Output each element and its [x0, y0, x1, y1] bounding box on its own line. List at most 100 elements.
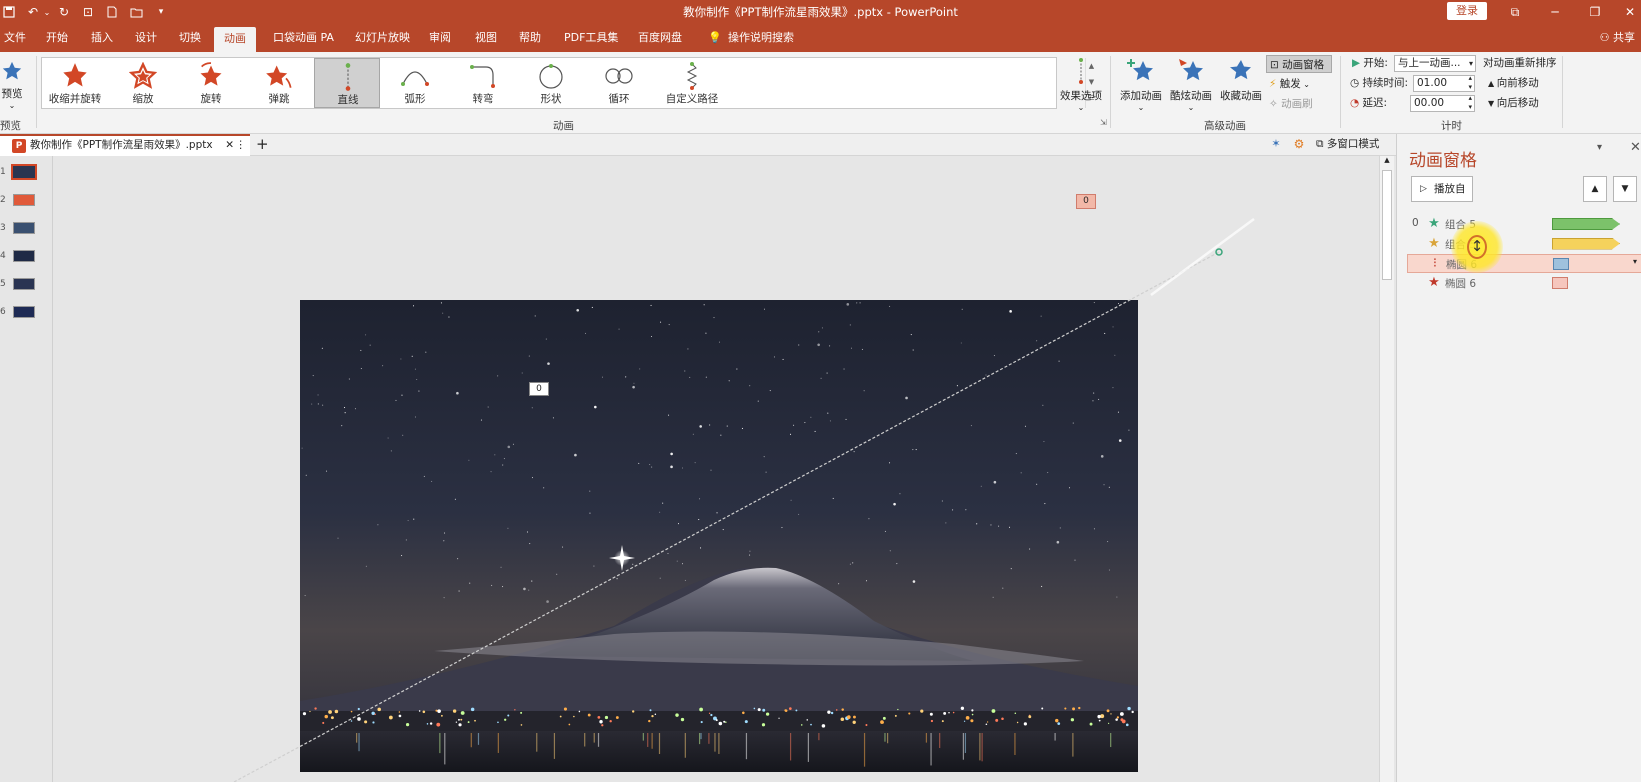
share-button[interactable]: ⚇ 共享	[1600, 24, 1635, 52]
animation-pane-icon: ⊡	[1270, 59, 1283, 71]
tab-pocket-animation[interactable]: 口袋动画 PA	[269, 24, 338, 52]
canvas-scrollbar[interactable]: ▲	[1379, 156, 1394, 782]
anim-zoom[interactable]: 缩放	[110, 58, 176, 108]
tab-transitions[interactable]: 切换	[175, 24, 205, 52]
animation-list-item[interactable]: ⁝椭圆 6▾	[1407, 254, 1641, 273]
light-reflection	[651, 733, 653, 749]
loop-path-icon	[586, 61, 652, 91]
scroll-thumb[interactable]	[1382, 170, 1392, 280]
cool-animation-button[interactable]: 酷炫动画 ⌄	[1166, 54, 1216, 114]
timeline-bar[interactable]	[1553, 258, 1569, 270]
move-later-button[interactable]: ▼ 向后移动	[1488, 94, 1539, 112]
add-animation-button[interactable]: 添加动画 ⌄	[1117, 54, 1165, 114]
start-select[interactable]: 与上一动画... ▾	[1394, 55, 1476, 72]
anim-bounce[interactable]: 弹跳	[246, 58, 312, 108]
effect-options-button[interactable]: 效果选项 ⌄	[1057, 54, 1105, 114]
anim-loop[interactable]: 循环	[586, 58, 652, 108]
delay-input[interactable]: 00.00 ▴ ▾	[1410, 94, 1475, 112]
anim-spin[interactable]: 旋转	[178, 58, 244, 108]
multi-window-button[interactable]: ⧉ 多窗口模式	[1316, 134, 1379, 155]
item-dropdown-icon[interactable]: ▾	[1633, 257, 1637, 266]
star-dot	[531, 477, 534, 479]
tab-home[interactable]: 开始	[42, 24, 72, 52]
tab-pdf-tools[interactable]: PDF工具集	[560, 24, 622, 52]
slide-thumbnail[interactable]	[13, 222, 35, 234]
star-dot	[757, 400, 759, 402]
pane-options-icon[interactable]: ▾	[1597, 142, 1602, 153]
light-reflection	[356, 733, 358, 743]
move-up-button[interactable]: ▲	[1583, 176, 1607, 202]
timeline-bar[interactable]	[1552, 276, 1568, 289]
move-earlier-button[interactable]: ▲ 向前移动	[1488, 74, 1539, 92]
star-dot	[561, 546, 564, 548]
star-dot	[469, 582, 471, 584]
close-window-icon[interactable]: ✕	[1610, 2, 1641, 22]
play-from-button[interactable]: ▷ 播放自	[1411, 176, 1473, 202]
document-tab[interactable]: P 教你制作《PPT制作流星雨效果》.pptx ✕ ⋮	[0, 134, 250, 156]
restore-icon[interactable]: ❐	[1575, 2, 1615, 22]
animation-list-item[interactable]: ★ 椭圆 6	[1407, 274, 1641, 293]
new-tab-icon[interactable]: +	[256, 134, 269, 154]
anim-custom-path[interactable]: 自定义路径	[654, 58, 730, 108]
minimize-icon[interactable]: ─	[1535, 2, 1575, 22]
animation-list-item[interactable]: ★组合 5	[1407, 235, 1641, 254]
dialog-launcher-icon[interactable]: ⇲	[1100, 118, 1107, 127]
star-dot	[782, 358, 784, 360]
star-dot	[1112, 326, 1114, 328]
star-dot	[337, 537, 339, 539]
star-dot	[985, 374, 987, 376]
scroll-up-icon[interactable]: ▲	[1380, 156, 1394, 168]
animation-tag-top[interactable]: 0	[1076, 194, 1096, 209]
animation-pane-button[interactable]: ⊡ 动画窗格	[1266, 55, 1332, 73]
tab-design[interactable]: 设计	[131, 24, 161, 52]
tell-me-search[interactable]: 操作说明搜索	[724, 24, 798, 52]
timeline-bar[interactable]	[1552, 237, 1620, 250]
spinner-icon[interactable]: ▴ ▾	[1468, 74, 1472, 92]
more-icon[interactable]: ⋮	[236, 136, 247, 155]
tab-review[interactable]: 审阅	[425, 24, 455, 52]
collect-animation-button[interactable]: 收藏动画	[1216, 54, 1266, 114]
spinner-icon[interactable]: ▴ ▾	[1468, 94, 1472, 112]
star-dot	[1015, 452, 1017, 455]
animation-list-item[interactable]: 0 ★ 组合 5	[1407, 215, 1641, 234]
settings-gear-icon[interactable]: ⚙	[1291, 137, 1307, 153]
tab-file[interactable]: 文件	[0, 24, 30, 52]
star-dot	[980, 485, 982, 487]
animation-painter-button[interactable]: ✧ 动画刷	[1269, 95, 1313, 113]
timeline-bar[interactable]	[1552, 218, 1620, 230]
slide-thumbnail[interactable]	[13, 306, 35, 318]
tab-baidu-netdisk[interactable]: 百度网盘	[634, 24, 686, 52]
anim-shrink-spin[interactable]: 收缩并旋转	[42, 58, 108, 108]
sparkle-icon[interactable]: ✶	[1268, 137, 1284, 153]
city-light	[708, 712, 711, 714]
animation-tag-star[interactable]: 0	[529, 382, 549, 396]
duration-input[interactable]: 01.00 ▴ ▾	[1413, 74, 1475, 92]
slide-thumbnail[interactable]	[13, 194, 35, 206]
tab-animations[interactable]: 动画	[214, 27, 256, 52]
slide-thumbnail[interactable]	[11, 164, 37, 180]
tab-view[interactable]: 视图	[471, 24, 501, 52]
star-dot	[912, 449, 914, 451]
star-dot	[676, 560, 678, 562]
move-down-button[interactable]: ▼	[1613, 176, 1637, 202]
close-pane-icon[interactable]: ✕	[1630, 140, 1641, 155]
document-tab-strip: P 教你制作《PPT制作流星雨效果》.pptx ✕ ⋮ + ✶ ⚙ ⧉ 多窗口模…	[0, 134, 1641, 156]
anim-arc[interactable]: 弧形	[382, 58, 448, 108]
login-button[interactable]: 登录	[1447, 2, 1487, 20]
close-tab-icon[interactable]: ✕	[225, 136, 234, 155]
night-sky-photo[interactable]	[300, 300, 1138, 772]
star-dot	[1058, 360, 1060, 362]
tab-insert[interactable]: 插入	[87, 24, 117, 52]
anim-line[interactable]: 直线	[314, 58, 380, 108]
slide-thumbnail[interactable]	[13, 250, 35, 262]
anim-shape[interactable]: 形状	[518, 58, 584, 108]
slide-thumbnail[interactable]	[13, 278, 35, 290]
ribbon-display-icon[interactable]: ⧉	[1495, 2, 1535, 22]
tab-help[interactable]: 帮助	[515, 24, 545, 52]
anim-turn[interactable]: 转弯	[450, 58, 516, 108]
meteor-streak[interactable]	[1150, 217, 1255, 297]
star-dot	[556, 573, 558, 575]
trigger-button[interactable]: ⚡ 触发 ⌄	[1269, 75, 1310, 93]
tab-slideshow[interactable]: 幻灯片放映	[351, 24, 414, 52]
preview-button[interactable]: 预览 ⌄	[0, 56, 24, 116]
